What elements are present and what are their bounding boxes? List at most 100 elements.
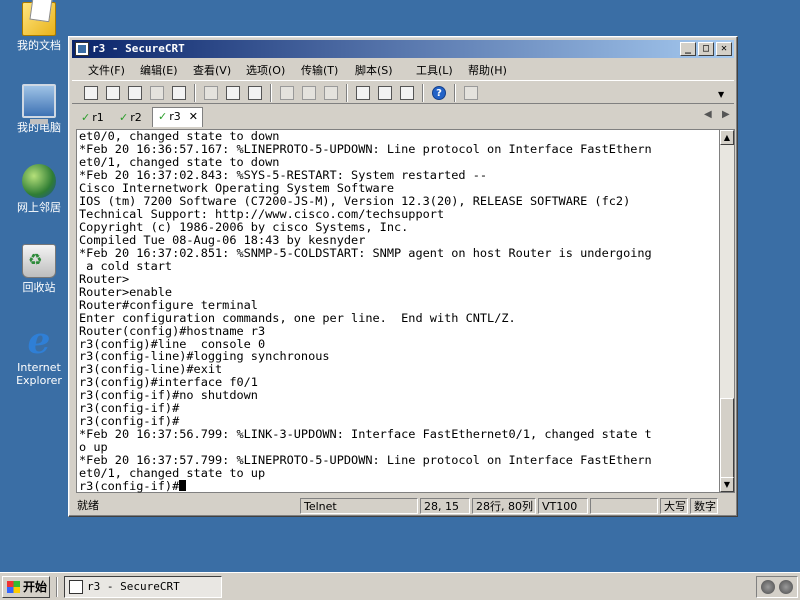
taskbar-divider	[56, 577, 58, 597]
terminal-line: Router>enable	[79, 284, 173, 299]
recycle-bin-icon	[22, 244, 56, 278]
menu-help[interactable]: 帮助(H)	[468, 62, 507, 78]
desktop-icon-network-places[interactable]: 网上邻居	[4, 164, 74, 214]
quick-connect-icon	[106, 86, 120, 100]
help-icon: ?	[432, 86, 446, 100]
terminal-line: Compiled Tue 08-Aug-06 18:43 by kesnyder	[79, 232, 366, 247]
menu-script[interactable]: 脚本(S)	[355, 62, 393, 78]
title-bar[interactable]: r3 - SecureCRT _ □ ✕	[72, 40, 734, 58]
find-icon	[248, 86, 262, 100]
session-options-icon	[356, 86, 370, 100]
status-caps-lock: 大写	[660, 498, 688, 514]
reconnect-button[interactable]	[148, 84, 166, 102]
printer-icon	[324, 86, 338, 100]
toolbar-separator	[454, 84, 456, 102]
desktop-icon-label: 回收站	[22, 281, 56, 294]
scroll-down-icon[interactable]: ▼	[720, 477, 734, 492]
printer-setup-button[interactable]	[322, 84, 340, 102]
taskbar-item-label: r3 - SecureCRT	[87, 580, 180, 593]
connected-check-icon: ✓	[158, 110, 168, 123]
desktop-icon-my-computer[interactable]: 我的电脑	[4, 84, 74, 134]
status-ready: 就绪	[77, 499, 99, 512]
sftp-icon	[464, 86, 478, 100]
print-selection-button[interactable]	[300, 84, 318, 102]
global-options-button[interactable]	[376, 84, 394, 102]
system-tray	[756, 576, 798, 598]
copy-icon	[204, 86, 218, 100]
start-button[interactable]: 开始	[2, 576, 50, 598]
keymap-button[interactable]	[398, 84, 416, 102]
desktop-icon-label: 网上邻居	[17, 201, 61, 214]
paste-button[interactable]	[224, 84, 242, 102]
terminal-line: *Feb 20 16:37:02.843: %SYS-5-RESTART: Sy…	[79, 167, 488, 182]
close-button[interactable]: ✕	[716, 42, 732, 56]
menu-bar: 文件(F) 编辑(E) 查看(V) 选项(O) 传输(T) 脚本(S) 工具(L…	[72, 60, 734, 79]
menu-file[interactable]: 文件(F)	[88, 62, 125, 78]
securecrt-app-icon[interactable]	[75, 42, 89, 56]
connected-check-icon: ✓	[81, 111, 91, 124]
status-protocol: Telnet	[300, 498, 418, 514]
reconnect-icon	[150, 86, 164, 100]
window-title: r3 - SecureCRT	[92, 42, 185, 55]
menu-edit[interactable]: 编辑(E)	[140, 62, 178, 78]
print-selection-icon	[302, 86, 316, 100]
terminal-line: Enter configuration commands, one per li…	[79, 310, 516, 325]
session-options-button[interactable]	[354, 84, 372, 102]
terminal-output[interactable]: et0/0, changed state to down *Feb 20 16:3…	[76, 129, 726, 493]
network-places-icon	[22, 164, 56, 198]
toolbar-overflow-button[interactable]: ▼	[716, 84, 728, 102]
terminal-line: *Feb 20 16:36:57.167: %LINEPROTO-5-UPDOW…	[79, 141, 652, 156]
print-button[interactable]	[278, 84, 296, 102]
terminal-text: et0/0, changed state to down *Feb 20 16:3…	[77, 130, 726, 493]
securecrt-app-icon	[69, 580, 83, 594]
desktop-icon-internet-explorer[interactable]: e Internet Explorer	[4, 323, 74, 387]
toolbar: ? ▼	[72, 80, 734, 104]
disconnect-button[interactable]	[170, 84, 188, 102]
desktop-icon-recycle-bin[interactable]: 回收站	[4, 244, 74, 294]
quick-connect-button[interactable]	[104, 84, 122, 102]
toolbar-separator	[270, 84, 272, 102]
sftp-button[interactable]	[462, 84, 480, 102]
key-icon	[400, 86, 414, 100]
tab-r1[interactable]: ✓ r1	[76, 109, 108, 127]
my-computer-icon	[22, 84, 56, 124]
terminal-scrollbar[interactable]: ▲ ▼	[719, 129, 735, 493]
chevron-down-icon: ▼	[718, 90, 725, 99]
tab-scroll-right-icon[interactable]: ▶	[722, 109, 730, 120]
tab-r3[interactable]: ✓ r3 ✕	[152, 107, 203, 127]
terminal-line: Cisco Internetwork Operating System Soft…	[79, 180, 394, 195]
connect-tab-button[interactable]	[126, 84, 144, 102]
help-button[interactable]: ?	[430, 84, 448, 102]
securecrt-window: r3 - SecureCRT _ □ ✕ 文件(F) 编辑(E) 查看(V) 选…	[68, 36, 738, 517]
find-button[interactable]	[246, 84, 264, 102]
tab-scroll-left-icon[interactable]: ◀	[704, 109, 712, 120]
terminal-cursor	[179, 480, 187, 492]
copy-button[interactable]	[202, 84, 220, 102]
windows-logo-icon	[7, 581, 20, 593]
tab-r2[interactable]: ✓ r2	[114, 109, 146, 127]
desktop-icon-label: 我的文档	[17, 39, 61, 52]
taskbar-item-securecrt[interactable]: r3 - SecureCRT	[64, 576, 222, 598]
minimize-button[interactable]: _	[680, 42, 696, 56]
connected-check-icon: ✓	[119, 111, 129, 124]
tab-label: r3	[169, 110, 181, 123]
scrollbar-thumb[interactable]	[720, 398, 734, 478]
menu-tools[interactable]: 工具(L)	[416, 62, 453, 78]
terminal-line: Technical Support: http://www.cisco.com/…	[79, 206, 445, 221]
connect-icon	[84, 86, 98, 100]
maximize-button[interactable]: □	[698, 42, 714, 56]
menu-view[interactable]: 查看(V)	[193, 62, 231, 78]
tray-network-icon[interactable]	[779, 580, 793, 594]
tab-close-icon[interactable]: ✕	[189, 110, 198, 123]
tray-volume-icon[interactable]	[761, 580, 775, 594]
connect-button[interactable]	[82, 84, 100, 102]
scroll-up-icon[interactable]: ▲	[720, 130, 734, 145]
my-documents-icon	[22, 2, 56, 36]
connect-tab-icon	[128, 86, 142, 100]
terminal-line: Copyright (c) 1986-2006 by cisco Systems…	[79, 219, 409, 234]
terminal-prompt-line: r3(config-if)#	[79, 480, 726, 493]
menu-transfer[interactable]: 传输(T)	[301, 62, 338, 78]
desktop-icon-my-documents[interactable]: 我的文档	[4, 2, 74, 52]
terminal-line: Router#configure terminal	[79, 297, 258, 312]
menu-options[interactable]: 选项(O)	[246, 62, 285, 78]
